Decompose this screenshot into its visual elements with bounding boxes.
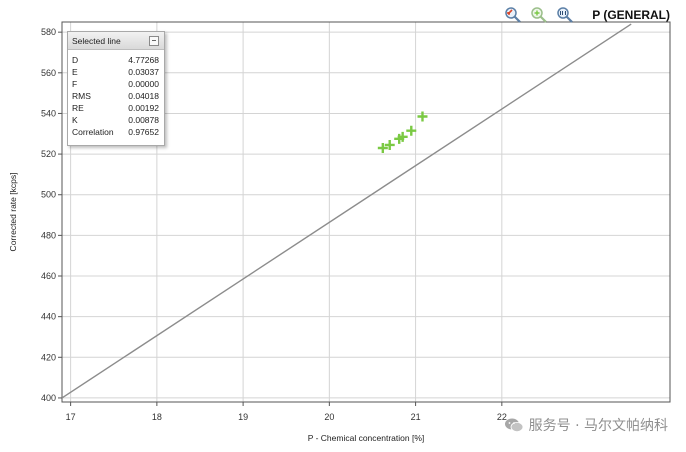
stats-value: 0.00878 (128, 115, 159, 125)
zoom-reset-button[interactable] (554, 5, 576, 25)
y-tick-label: 520 (41, 149, 56, 159)
stats-row-f: F 0.00000 (72, 78, 159, 90)
y-axis-label: Corrected rate [kcps] (8, 173, 18, 252)
collapse-panel-button[interactable] (149, 35, 159, 46)
stats-label: K (72, 115, 78, 125)
minus-icon (152, 40, 156, 41)
chart-toolbar: P (GENERAL) (502, 5, 670, 25)
x-axis-label: P - Chemical concentration [%] (308, 433, 425, 443)
stats-value: 0.97652 (128, 127, 159, 137)
watermark: 服务号 · 马尔文帕纳科 (504, 415, 668, 435)
stats-row-k: K 0.00878 (72, 114, 159, 126)
stats-label: Correlation (72, 127, 114, 137)
x-tick-label: 17 (66, 412, 76, 422)
wechat-icon (504, 418, 524, 432)
stats-label: RMS (72, 91, 91, 101)
stats-row-d: D 4.77268 (72, 54, 159, 66)
stats-label: D (72, 55, 79, 65)
stats-value: 0.00000 (128, 79, 159, 89)
y-tick-label: 480 (41, 230, 56, 240)
y-tick-label: 500 (41, 190, 56, 200)
stats-value: 0.03037 (128, 67, 159, 77)
y-tick-label: 440 (41, 312, 56, 322)
stats-row-re: RE 0.00192 (72, 102, 159, 114)
y-tick-label: 540 (41, 108, 56, 118)
y-tick-label: 580 (41, 27, 56, 37)
zoom-out-button[interactable] (502, 5, 524, 25)
data-point (406, 125, 417, 136)
x-tick-label: 18 (152, 412, 162, 422)
stats-label: RE (72, 103, 84, 113)
selected-line-title: Selected line (72, 35, 121, 46)
stats-value: 4.77268 (128, 55, 159, 65)
stats-label: E (72, 67, 78, 77)
chart-title: P (GENERAL) (592, 8, 670, 22)
y-tick-label: 420 (41, 352, 56, 362)
watermark-text: 服务号 · 马尔文帕纳科 (528, 418, 668, 434)
zoom-in-icon (531, 7, 547, 23)
y-tick-label: 560 (41, 68, 56, 78)
stats-row-rms: RMS 0.04018 (72, 90, 159, 102)
stats-row-correlation: Correlation 0.97652 (72, 126, 159, 138)
stats-rows: D 4.77268 E 0.03037 F 0.00000 RMS 0.0401… (68, 50, 164, 138)
zoom-out-icon (505, 7, 521, 23)
selected-line-header: Selected line (68, 32, 164, 50)
stats-label: F (72, 79, 78, 89)
data-points (377, 111, 428, 153)
selected-line-panel: Selected line D 4.77268 E 0.03037 F 0.00… (67, 31, 165, 146)
x-tick-label: 21 (411, 412, 421, 422)
stats-value: 0.04018 (128, 91, 159, 101)
x-tick-label: 20 (324, 412, 334, 422)
y-tick-label: 400 (41, 393, 56, 403)
x-tick-label: 19 (238, 412, 248, 422)
stats-value: 0.00192 (128, 103, 159, 113)
zoom-in-button[interactable] (528, 5, 550, 25)
stats-row-e: E 0.03037 (72, 66, 159, 78)
y-tick-label: 460 (41, 271, 56, 281)
zoom-reset-icon (557, 7, 573, 23)
